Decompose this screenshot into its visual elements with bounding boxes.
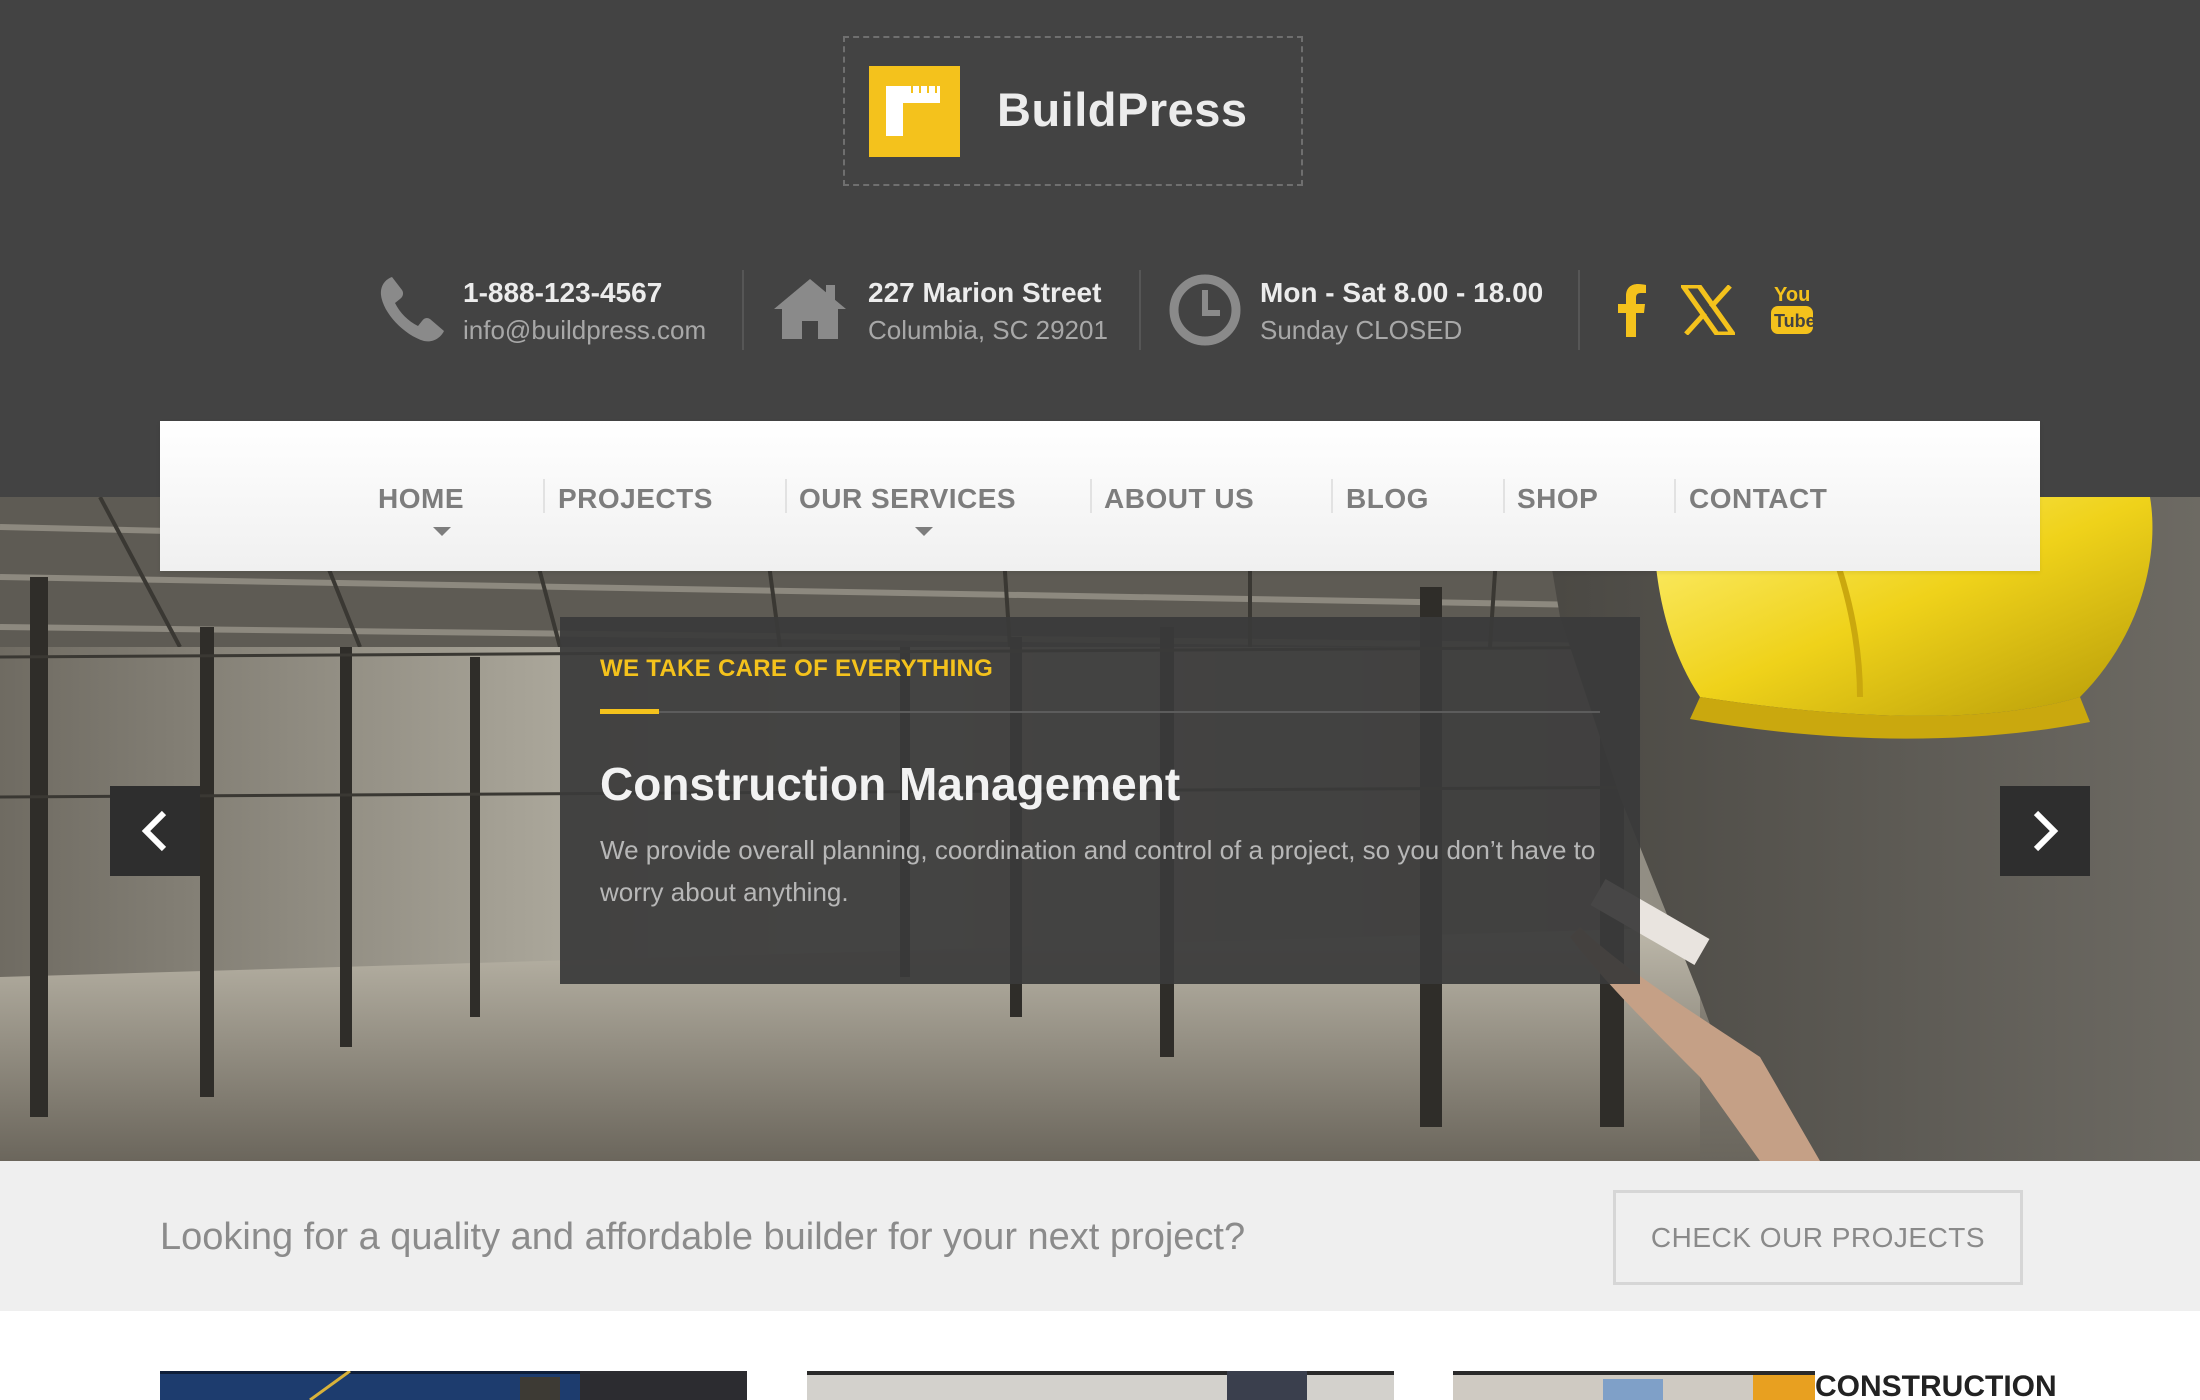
carpenter-square-logo-icon [869,66,960,157]
logo-link[interactable]: BuildPress [843,36,1303,186]
hours-info: Mon - Sat 8.00 - 18.00 Sunday CLOSED [1168,265,1568,355]
slider-prev-button[interactable] [110,786,200,876]
slider-next-button[interactable] [2000,786,2090,876]
card-image-1[interactable] [160,1371,747,1400]
hero-title: Construction Management [600,758,1181,810]
main-navigation: HOME PROJECTS OUR SERVICES ABOUT US BLOG… [160,421,2040,571]
card-image-2[interactable] [807,1371,1394,1400]
hero-description: We provide overall planning, coordinatio… [600,835,1596,907]
nav-item-blog[interactable]: BLOG [1346,483,1429,515]
nav-item-home[interactable]: HOME [378,483,464,515]
closed-day: Sunday CLOSED [1260,315,1463,345]
street-address: 227 Marion Street [868,277,1102,308]
address-info: 227 Marion Street Columbia, SC 29201 [772,265,1132,355]
nav-item-projects[interactable]: PROJECTS [558,483,713,515]
clock-icon [1169,274,1241,346]
divider [1139,270,1141,350]
phone-number[interactable]: 1-888-123-4567 [463,277,662,309]
nav-item-shop[interactable]: SHOP [1517,483,1598,515]
nav-divider [1674,479,1676,513]
contact-info-bar: 1-888-123-4567 info@buildpress.com 227 M… [0,265,2200,355]
nav-divider [1503,479,1505,513]
card-title[interactable]: CONSTRUCTION [1815,1370,2057,1400]
hero-divider [600,711,1600,713]
home-icon [774,279,846,339]
hero-slider: WE TAKE CARE OF EVERYTHING Construction … [0,497,2200,1161]
svg-text:Tube: Tube [1774,311,1814,331]
chevron-left-icon [141,810,167,852]
svg-text:You: You [1774,284,1810,306]
card-image-3[interactable] [1453,1371,1815,1400]
city-address: Columbia, SC 29201 [868,315,1108,345]
nav-item-about-us[interactable]: ABOUT US [1104,483,1254,515]
nav-divider [1331,479,1333,513]
hero-divider-accent [600,709,659,714]
email-address[interactable]: info@buildpress.com [463,315,706,346]
phone-info: 1-888-123-4567 info@buildpress.com [378,265,718,355]
facebook-icon[interactable] [1614,283,1648,337]
opening-hours: Mon - Sat 8.00 - 18.00 [1260,277,1544,308]
youtube-icon[interactable]: You Tube [1770,279,1814,335]
nav-item-our-services[interactable]: OUR SERVICES [799,483,1016,515]
chevron-right-icon [2033,810,2059,852]
cta-text: Looking for a quality and affordable bui… [160,1216,1246,1258]
brand-name: BuildPress [997,83,1248,136]
check-our-projects-button[interactable]: CHECK OUR PROJECTS [1613,1190,2023,1285]
nav-divider [785,479,787,513]
hero-kicker: WE TAKE CARE OF EVERYTHING [600,655,994,682]
nav-item-contact[interactable]: CONTACT [1689,483,1827,515]
divider [1578,270,1580,350]
x-icon[interactable] [1681,285,1735,335]
divider [742,270,744,350]
nav-divider [1090,479,1092,513]
caret-down-icon [433,527,451,536]
caret-down-icon [915,527,933,536]
phone-icon [380,277,444,342]
hero-caption-panel: WE TAKE CARE OF EVERYTHING Construction … [560,617,1640,984]
nav-divider [543,479,545,513]
call-to-action-band: Looking for a quality and affordable bui… [0,1161,2200,1311]
